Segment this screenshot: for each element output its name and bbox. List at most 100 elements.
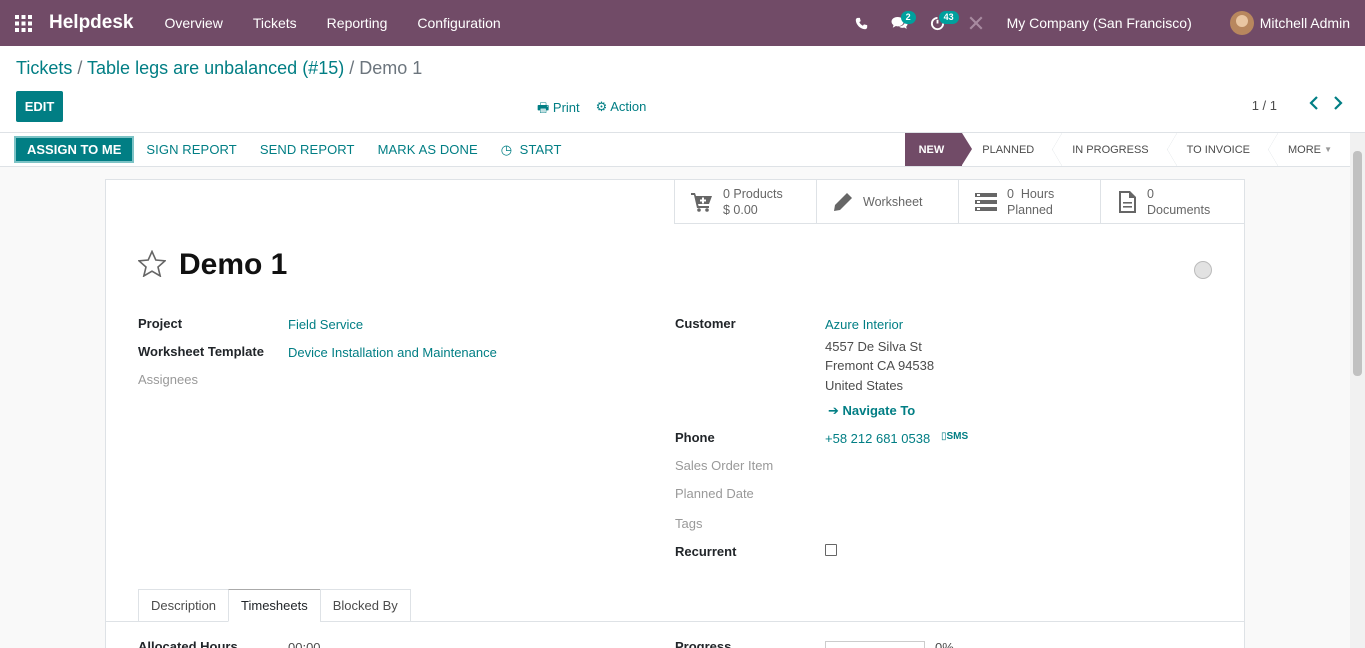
navigate-label: Navigate To — [842, 403, 916, 418]
arrow-right-icon: ➔ — [828, 403, 839, 418]
project-value[interactable]: Field Service — [288, 317, 363, 332]
status-bar: ASSIGN TO ME SIGN REPORT SEND REPORT MAR… — [0, 133, 1350, 167]
tab-blocked-by[interactable]: Blocked By — [319, 589, 411, 622]
app-brand[interactable]: Helpdesk — [49, 12, 133, 34]
hours-value: 0 Hours — [1007, 187, 1055, 201]
document-icon — [1119, 191, 1136, 213]
breadcrumb-tickets[interactable]: Tickets — [16, 58, 72, 78]
avatar — [1229, 11, 1254, 35]
worksheet-template-value[interactable]: Device Installation and Maintenance — [288, 345, 497, 360]
gear-icon: ⚙ — [595, 99, 608, 114]
navigate-to-link[interactable]: ➔ Navigate To — [828, 403, 915, 419]
progress-value: 0% — [935, 640, 954, 648]
start-label: START — [519, 141, 562, 157]
progress-bar — [825, 641, 925, 648]
send-report-button[interactable]: SEND REPORT — [260, 142, 355, 157]
allocated-hours-value[interactable]: 00:00 — [288, 640, 321, 648]
menu-tickets[interactable]: Tickets — [238, 15, 312, 31]
worksheet-smart-button[interactable]: Worksheet — [816, 180, 958, 224]
page-scrollbar[interactable] — [1350, 133, 1365, 648]
start-button[interactable]: ◷ START — [501, 142, 562, 158]
app-menu-icon[interactable] — [0, 0, 46, 46]
breadcrumb-separator: / — [344, 58, 360, 78]
hours-label: Planned — [1007, 203, 1053, 217]
address-line-1: 4557 De Silva St — [825, 339, 922, 354]
edit-button[interactable]: EDIT — [16, 91, 63, 122]
scrollbar-thumb[interactable] — [1353, 151, 1362, 376]
address-line-3: United States — [825, 378, 904, 393]
worksheet-label: Worksheet — [863, 195, 923, 209]
assignees-label: Assignees — [138, 372, 198, 387]
smart-button-box: 0 Products $ 0.00 Worksheet 0 Hours Planne… — [674, 180, 1244, 224]
phone-label: Phone — [675, 430, 715, 445]
breadcrumb-current: Demo 1 — [359, 58, 423, 78]
stage-in-progress[interactable]: IN PROGRESS — [1052, 133, 1166, 166]
phone-value[interactable]: +58 212 681 0538 — [825, 431, 930, 446]
activities-badge: 43 — [938, 11, 959, 24]
allocated-hours-label: Allocated Hours — [138, 639, 238, 648]
documents-label: Documents — [1147, 203, 1211, 217]
assign-to-me-button[interactable]: ASSIGN TO ME — [14, 136, 135, 163]
sms-label: SMS — [946, 431, 969, 442]
print-label: Print — [552, 100, 580, 115]
stage-more-label: MORE — [1288, 143, 1322, 156]
sales-order-item-label: Sales Order Item — [675, 458, 774, 473]
project-label: Project — [138, 316, 183, 331]
pager-value[interactable]: 1 / 1 — [1252, 98, 1277, 113]
star-icon[interactable] — [137, 249, 167, 280]
stage-pipeline: NEW PLANNED IN PROGRESS TO INVOICE MORE … — [904, 133, 1350, 166]
menu-reporting[interactable]: Reporting — [312, 15, 403, 31]
top-navbar: Helpdesk Overview Tickets Reporting Conf… — [0, 0, 1365, 46]
planned-date-label: Planned Date — [675, 486, 754, 501]
company-switcher[interactable]: My Company (San Francisco) — [995, 15, 1206, 31]
progress-label: Progress — [675, 639, 732, 648]
menu-configuration[interactable]: Configuration — [402, 15, 515, 31]
pager-next-icon[interactable] — [1333, 96, 1343, 113]
sms-button[interactable]: ▯SMS — [941, 431, 968, 442]
documents-smart-button[interactable]: 0 Documents — [1100, 180, 1242, 224]
hours-smart-button[interactable]: 0 Hours Planned — [958, 180, 1100, 224]
close-tools-icon[interactable] — [957, 0, 995, 46]
recurrent-checkbox[interactable] — [825, 544, 837, 556]
products-amount: $ 0.00 — [723, 203, 758, 217]
notebook-tabs: Description Timesheets Blocked By — [138, 589, 411, 622]
stage-new[interactable]: NEW — [904, 133, 972, 166]
recurrent-label: Recurrent — [675, 544, 737, 559]
kanban-state-indicator[interactable] — [1194, 261, 1212, 279]
stage-planned[interactable]: PLANNED — [962, 133, 1052, 166]
record-title: Demo 1 — [179, 248, 288, 281]
messages-icon[interactable]: 2 — [881, 0, 919, 46]
documents-count: 0 — [1147, 187, 1154, 201]
phone-icon[interactable] — [843, 0, 881, 46]
tasks-icon — [975, 193, 997, 211]
breadcrumb-separator: / — [72, 58, 88, 78]
caret-down-icon: ▼ — [1324, 145, 1332, 154]
activities-clock-icon[interactable]: 43 — [919, 0, 959, 46]
messages-badge: 2 — [900, 11, 916, 24]
stage-to-invoice[interactable]: TO INVOICE — [1166, 133, 1268, 166]
print-icon: 🖶 — [537, 100, 550, 115]
pager-previous-icon[interactable] — [1309, 96, 1319, 113]
breadcrumb-ticket[interactable]: Table legs are unbalanced (#15) — [87, 58, 344, 78]
pencil-icon — [834, 193, 852, 211]
worksheet-template-label: Worksheet Template — [138, 344, 264, 359]
timer-icon: ◷ — [500, 141, 513, 157]
sign-report-button[interactable]: SIGN REPORT — [146, 142, 236, 157]
user-menu[interactable]: Mitchell Admin — [1206, 11, 1365, 35]
products-smart-button[interactable]: 0 Products $ 0.00 — [674, 180, 816, 224]
action-button[interactable]: ⚙ Action — [596, 99, 647, 121]
print-button[interactable]: 🖶 Print — [537, 99, 580, 121]
menu-overview[interactable]: Overview — [149, 15, 237, 31]
customer-label: Customer — [675, 316, 736, 331]
stage-more[interactable]: MORE ▼ — [1268, 133, 1350, 166]
user-name: Mitchell Admin — [1259, 15, 1350, 31]
breadcrumb: Tickets / Table legs are unbalanced (#15… — [16, 58, 422, 79]
customer-value[interactable]: Azure Interior — [825, 317, 903, 332]
tab-description[interactable]: Description — [138, 589, 230, 622]
address-line-2: Fremont CA 94538 — [825, 358, 935, 373]
products-count: 0 Products — [723, 187, 783, 201]
cart-plus-icon — [691, 193, 712, 212]
form-sheet: 0 Products $ 0.00 Worksheet 0 Hours Planne… — [105, 179, 1245, 648]
mark-as-done-button[interactable]: MARK AS DONE — [378, 142, 478, 157]
tab-timesheets[interactable]: Timesheets — [228, 589, 321, 622]
